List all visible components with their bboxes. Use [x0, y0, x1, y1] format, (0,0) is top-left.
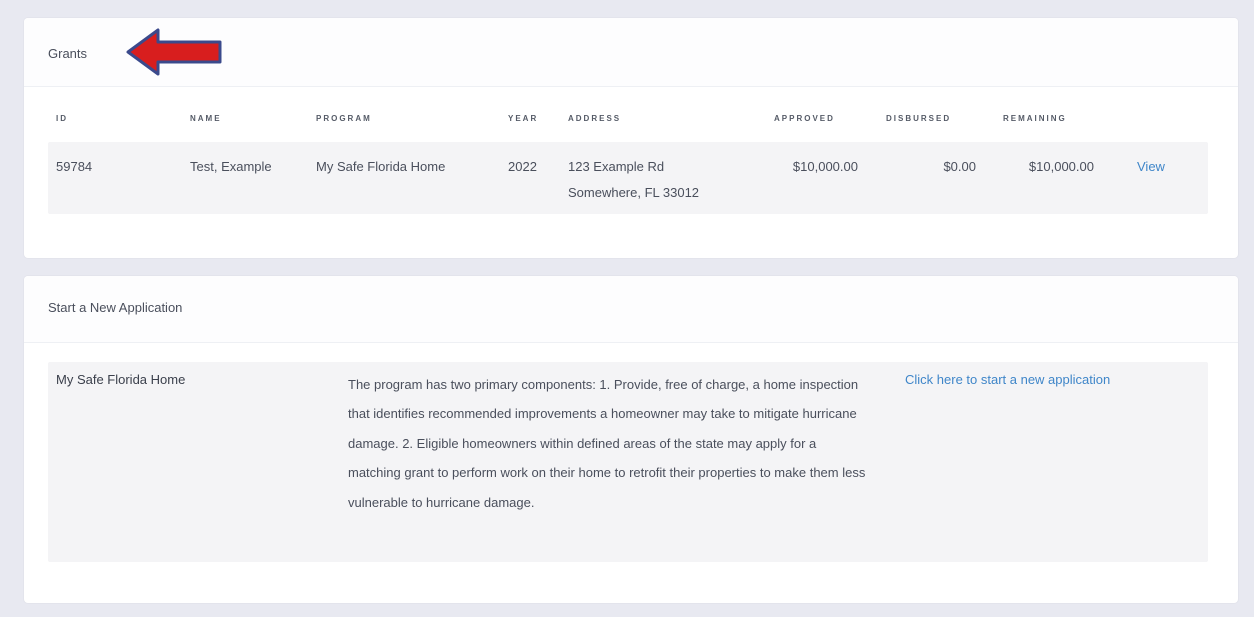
grants-table-header: ID NAME PROGRAM YEAR ADDRESS APPROVED DI… [48, 114, 1208, 130]
column-header-id: ID [56, 114, 68, 123]
start-new-application-link[interactable]: Click here to start a new application [905, 372, 1110, 387]
grant-program: My Safe Florida Home [316, 159, 446, 174]
column-header-remaining: REMAINING [1003, 114, 1067, 123]
program-name: My Safe Florida Home [56, 372, 186, 387]
column-header-disbursed: DISBURSED [886, 114, 952, 123]
grant-address: 123 Example Rd Somewhere, FL 33012 [568, 154, 699, 206]
grants-card-header: Grants [24, 18, 1238, 87]
column-header-program: PROGRAM [316, 114, 372, 123]
column-header-year: YEAR [508, 114, 539, 123]
grant-disbursed: $0.00 [943, 159, 976, 174]
new-application-title: Start a New Application [48, 300, 183, 315]
left-arrow-icon [126, 28, 222, 76]
view-grant-link[interactable]: View [1137, 154, 1165, 180]
grant-address-line1: 123 Example Rd [568, 159, 665, 174]
table-row: 59784 Test, Example My Safe Florida Home… [48, 142, 1208, 214]
grants-title: Grants [48, 46, 88, 61]
column-header-approved: APPROVED [774, 114, 835, 123]
grant-name: Test, Example [190, 159, 272, 174]
new-application-card-header: Start a New Application [24, 276, 1238, 343]
grant-remaining: $10,000.00 [1028, 159, 1094, 174]
new-application-card: Start a New Application My Safe Florida … [24, 276, 1238, 603]
column-header-name: NAME [190, 114, 222, 123]
grant-address-line2: Somewhere, FL 33012 [568, 185, 700, 200]
grants-card: Grants ID NAME PROGRAM YEAR ADDRESS APPR… [24, 18, 1238, 258]
grant-year: 2022 [508, 159, 537, 174]
grant-id: 59784 [56, 159, 93, 174]
column-header-address: ADDRESS [568, 114, 622, 123]
program-description: The program has two primary components: … [348, 377, 866, 510]
program-row: My Safe Florida Home The program has two… [48, 362, 1208, 562]
grant-approved: $10,000.00 [792, 159, 858, 174]
